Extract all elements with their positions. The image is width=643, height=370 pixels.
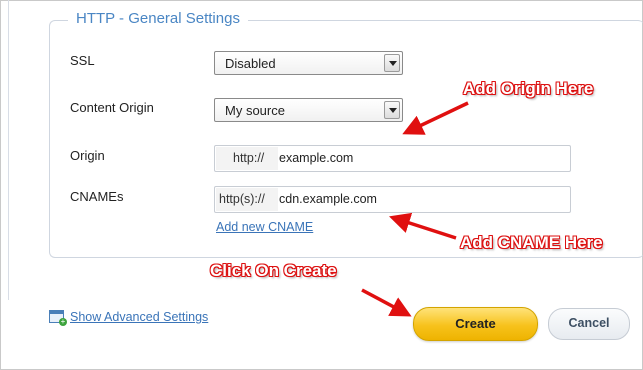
cname-prefix: http(s):// (219, 192, 265, 206)
panel-rule (8, 0, 9, 300)
cname-callout: Add CNAME Here (460, 233, 603, 252)
cnames-label: CNAMEs (70, 189, 124, 204)
create-button-label: Create (455, 316, 496, 331)
cname-field[interactable]: http(s):// cdn.example.com (214, 186, 571, 213)
advanced-settings-icon[interactable]: + (49, 310, 67, 326)
ssl-select[interactable]: Disabled (214, 51, 403, 75)
chevron-down-icon[interactable] (384, 54, 400, 72)
ssl-label: SSL (70, 53, 95, 68)
cname-value: cdn.example.com (279, 192, 377, 206)
create-callout: Click On Create (210, 261, 337, 280)
fieldset-legend: HTTP - General Settings (68, 10, 248, 27)
origin-value: example.com (279, 151, 354, 165)
origin-prefix: http:// (233, 151, 265, 165)
plus-icon: + (59, 317, 67, 326)
content-origin-select[interactable]: My source (214, 98, 403, 122)
show-advanced-settings-link[interactable]: Show Advanced Settings (70, 310, 208, 324)
ssl-select-value: Disabled (225, 56, 276, 71)
origin-callout: Add Origin Here (463, 79, 594, 98)
cancel-button-label: Cancel (568, 316, 610, 330)
create-button[interactable]: Create (413, 307, 538, 341)
chevron-down-icon[interactable] (384, 101, 400, 119)
origin-label: Origin (70, 148, 105, 163)
content-origin-select-value: My source (225, 103, 285, 118)
origin-field[interactable]: http:// example.com (214, 145, 571, 172)
cancel-button[interactable]: Cancel (548, 308, 630, 340)
content-origin-label: Content Origin (70, 100, 154, 115)
add-cname-link[interactable]: Add new CNAME (216, 220, 313, 234)
